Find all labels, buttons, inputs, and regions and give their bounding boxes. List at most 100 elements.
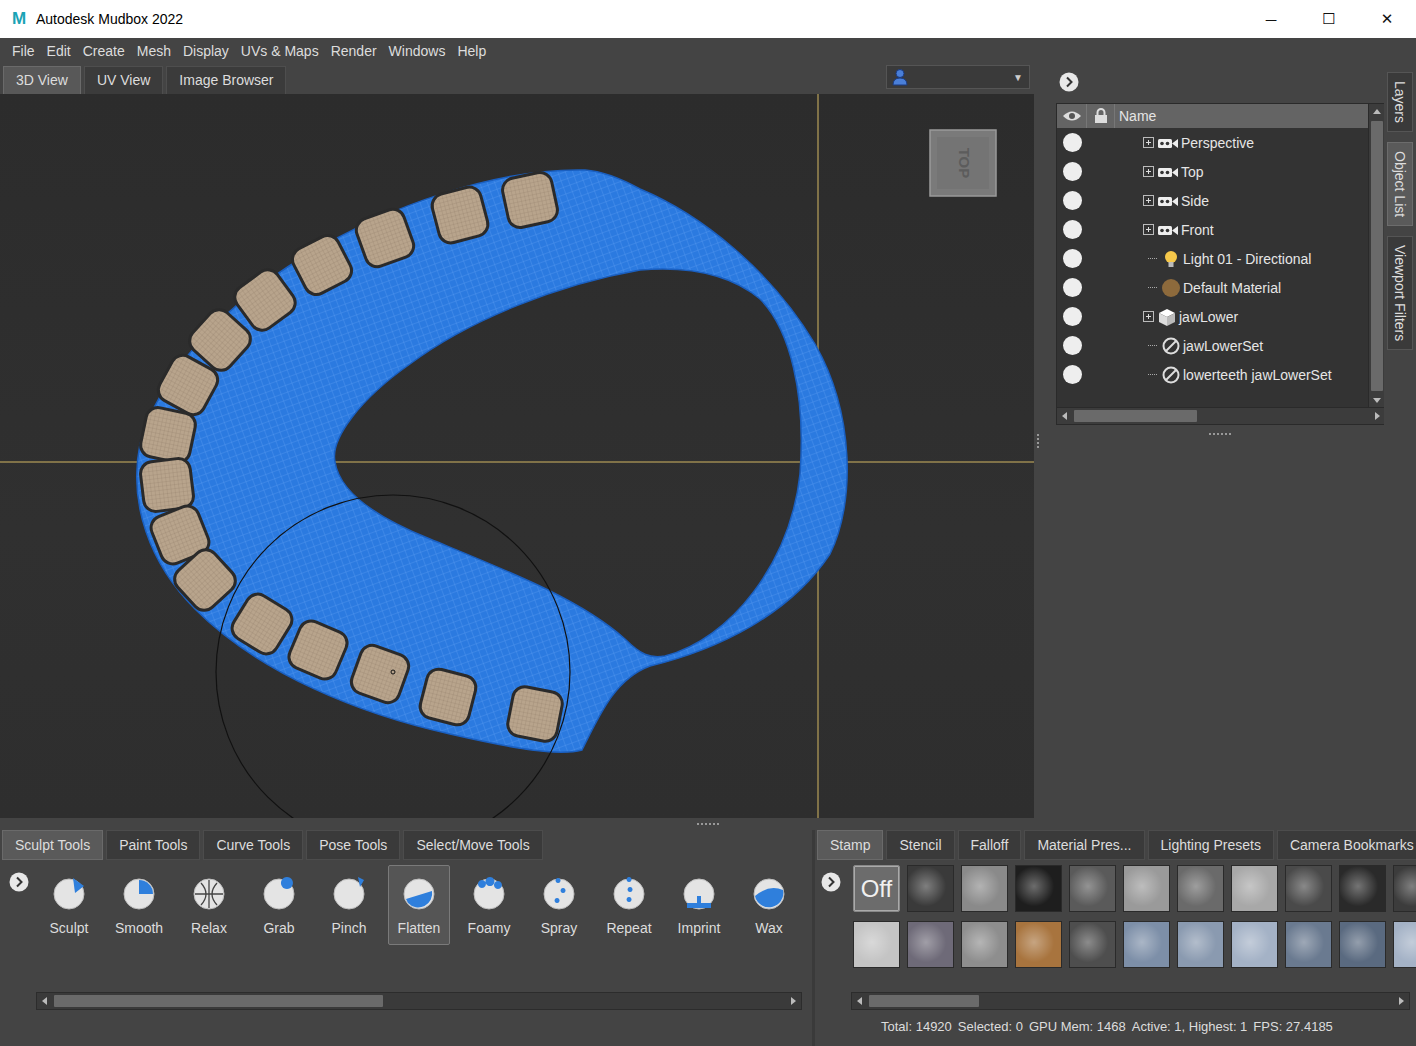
bottom-splitter[interactable] (0, 818, 1416, 830)
horizontal-scrollbar[interactable] (1057, 407, 1385, 424)
object-row[interactable]: Side (1057, 186, 1368, 215)
stamp-thumbnail[interactable] (1123, 921, 1170, 968)
stamp-thumbnail[interactable] (1015, 921, 1062, 968)
menu-item[interactable]: Display (178, 43, 234, 59)
close-button[interactable]: ✕ (1358, 0, 1416, 38)
stamp-thumbnail[interactable] (961, 865, 1008, 912)
stamp-thumbnail[interactable] (1339, 865, 1386, 912)
object-row[interactable]: Perspective (1057, 128, 1368, 157)
menu-item[interactable]: Help (452, 43, 491, 59)
stamp-tab[interactable]: Stencil (886, 830, 954, 860)
stamps-scrollbar[interactable] (851, 992, 1410, 1010)
stamp-tab[interactable]: Falloff (958, 830, 1022, 860)
visibility-toggle[interactable] (1063, 278, 1082, 297)
expand-toggle[interactable] (1143, 224, 1154, 235)
visibility-toggle[interactable] (1063, 220, 1082, 239)
object-row[interactable]: Light 01 - Directional (1057, 244, 1368, 273)
stamp-thumbnail[interactable] (853, 921, 900, 968)
object-row[interactable]: jawLowerSet (1057, 331, 1368, 360)
view-cube[interactable]: TOP (930, 130, 996, 196)
object-row[interactable]: lowerteeth jawLowerSet (1057, 360, 1368, 389)
stamp-thumbnail[interactable] (907, 865, 954, 912)
viewport-3d[interactable]: TOP (0, 94, 1034, 818)
visibility-toggle[interactable] (1063, 191, 1082, 210)
tool-button[interactable]: Flatten (388, 865, 450, 945)
tool-tab[interactable]: Paint Tools (106, 830, 200, 860)
object-row[interactable]: Front (1057, 215, 1368, 244)
tool-tab[interactable]: Sculpt Tools (2, 830, 103, 860)
side-tab[interactable]: Layers (1387, 72, 1413, 132)
menu-item[interactable]: Edit (42, 43, 76, 59)
stamp-thumbnail[interactable] (1285, 865, 1332, 912)
resize-grip[interactable] (1209, 433, 1231, 435)
object-row[interactable]: Default Material (1057, 273, 1368, 302)
scene-canvas[interactable]: TOP (0, 94, 1034, 818)
jaw-mesh[interactable] (137, 170, 847, 752)
tool-button[interactable]: Smooth (108, 865, 170, 945)
expand-button[interactable] (821, 871, 841, 893)
view-tab[interactable]: Image Browser (166, 66, 286, 94)
scroll-thumb[interactable] (1371, 121, 1383, 391)
tool-tab[interactable]: Curve Tools (203, 830, 303, 860)
object-row[interactable]: Top (1057, 157, 1368, 186)
expand-toggle[interactable] (1143, 137, 1154, 148)
side-tab[interactable]: Object List (1387, 142, 1413, 226)
stamp-tab[interactable]: Stamp (817, 830, 883, 860)
stamp-tab[interactable]: Camera Bookmarks (1277, 830, 1416, 860)
scroll-thumb[interactable] (869, 995, 979, 1007)
visibility-toggle[interactable] (1063, 249, 1082, 268)
column-header[interactable]: Name (1115, 104, 1156, 128)
menu-item[interactable]: UVs & Maps (236, 43, 324, 59)
stamp-thumbnail[interactable] (1231, 865, 1278, 912)
visibility-toggle[interactable] (1063, 307, 1082, 326)
expand-button[interactable] (1058, 71, 1080, 93)
menu-item[interactable]: File (7, 43, 40, 59)
tool-button[interactable]: Pinch (318, 865, 380, 945)
stamp-tab[interactable]: Material Pres... (1024, 830, 1144, 860)
stamp-thumbnail[interactable] (907, 921, 954, 968)
expand-toggle[interactable] (1143, 195, 1154, 206)
visibility-toggle[interactable] (1063, 162, 1082, 181)
stamp-thumbnail[interactable] (1177, 865, 1224, 912)
panel-splitter[interactable] (1034, 64, 1042, 818)
stamp-off[interactable]: Off (853, 865, 900, 912)
stamp-thumbnail[interactable] (1339, 921, 1386, 968)
stamp-thumbnail[interactable] (1177, 921, 1224, 968)
stamp-thumbnail[interactable] (1069, 865, 1116, 912)
view-tab[interactable]: 3D View (3, 66, 81, 94)
tool-tab[interactable]: Pose Tools (306, 830, 400, 860)
tool-button[interactable]: Sculpt (38, 865, 100, 945)
stamp-thumbnail[interactable] (1015, 865, 1062, 912)
tool-tab[interactable]: Select/Move Tools (403, 830, 542, 860)
tool-button[interactable]: Repeat (598, 865, 660, 945)
visibility-toggle[interactable] (1063, 336, 1082, 355)
stamp-thumbnail[interactable] (1393, 921, 1416, 968)
camera-dropdown[interactable]: ▼ (886, 65, 1030, 89)
tool-button[interactable]: Grab (248, 865, 310, 945)
expand-toggle[interactable] (1143, 311, 1154, 322)
tool-button[interactable]: Wax (738, 865, 800, 945)
expand-button[interactable] (8, 871, 30, 893)
side-tab[interactable]: Viewport Filters (1387, 236, 1413, 350)
menu-item[interactable]: Windows (384, 43, 451, 59)
tool-button[interactable]: Foamy (458, 865, 520, 945)
visibility-toggle[interactable] (1063, 365, 1082, 384)
stamp-thumbnail[interactable] (1231, 921, 1278, 968)
stamp-tab[interactable]: Lighting Presets (1148, 830, 1274, 860)
vertical-scrollbar[interactable] (1368, 104, 1385, 407)
scroll-thumb[interactable] (1074, 410, 1197, 422)
stamp-thumbnail[interactable] (961, 921, 1008, 968)
view-tab[interactable]: UV View (84, 66, 163, 94)
scroll-thumb[interactable] (54, 995, 383, 1007)
tools-scrollbar[interactable] (36, 992, 802, 1010)
tool-button[interactable]: Relax (178, 865, 240, 945)
visibility-toggle[interactable] (1063, 133, 1082, 152)
tool-button[interactable]: Imprint (668, 865, 730, 945)
stamp-thumbnail[interactable] (1069, 921, 1116, 968)
stamp-thumbnail[interactable] (1393, 865, 1416, 912)
object-row[interactable]: jawLower (1057, 302, 1368, 331)
stamp-thumbnail[interactable] (1285, 921, 1332, 968)
menu-item[interactable]: Mesh (132, 43, 176, 59)
minimize-button[interactable]: ─ (1242, 0, 1300, 38)
maximize-button[interactable]: ☐ (1300, 0, 1358, 38)
